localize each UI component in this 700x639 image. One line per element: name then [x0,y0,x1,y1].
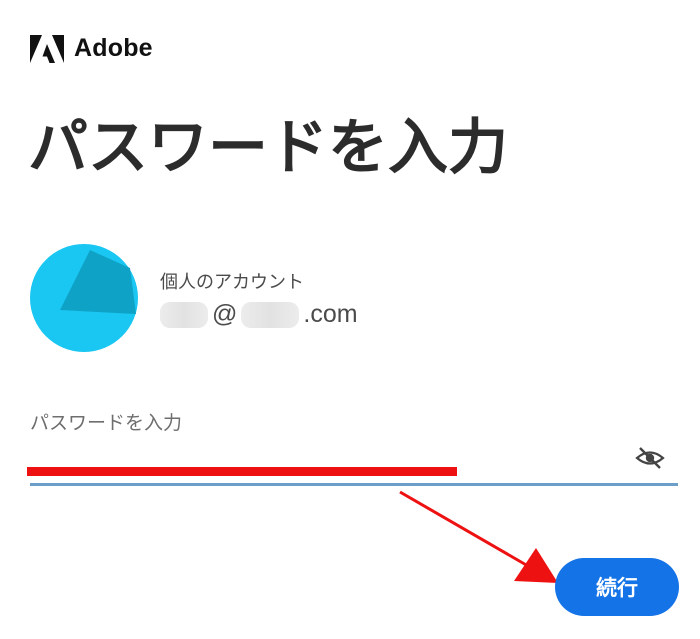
email-user-redacted [160,301,208,328]
brand: Adobe [30,34,153,63]
sign-in-page: Adobe パスワードを入力 個人のアカウント @ .com パスワードを入力 … [0,0,700,639]
email-suffix: .com [303,300,358,328]
annotation-arrow [399,490,558,583]
account-card: 個人のアカウント @ .com [30,244,670,354]
password-label: パスワードを入力 [30,412,183,434]
account-type-label: 個人のアカウント [160,272,304,293]
email-domain-redacted [241,301,300,328]
page-title: パスワードを入力 [28,113,508,183]
show-password-toggle[interactable] [632,442,668,474]
account-email: @ .com [160,300,358,329]
eye-slash-icon [635,447,665,469]
adobe-logo-icon [30,34,64,63]
password-underline [30,483,678,486]
continue-button[interactable]: 続行 [555,558,679,616]
redaction-bar [27,467,457,476]
avatar-icon [30,244,138,352]
brand-name: Adobe [74,34,153,62]
email-at-sign: @ [212,300,238,328]
